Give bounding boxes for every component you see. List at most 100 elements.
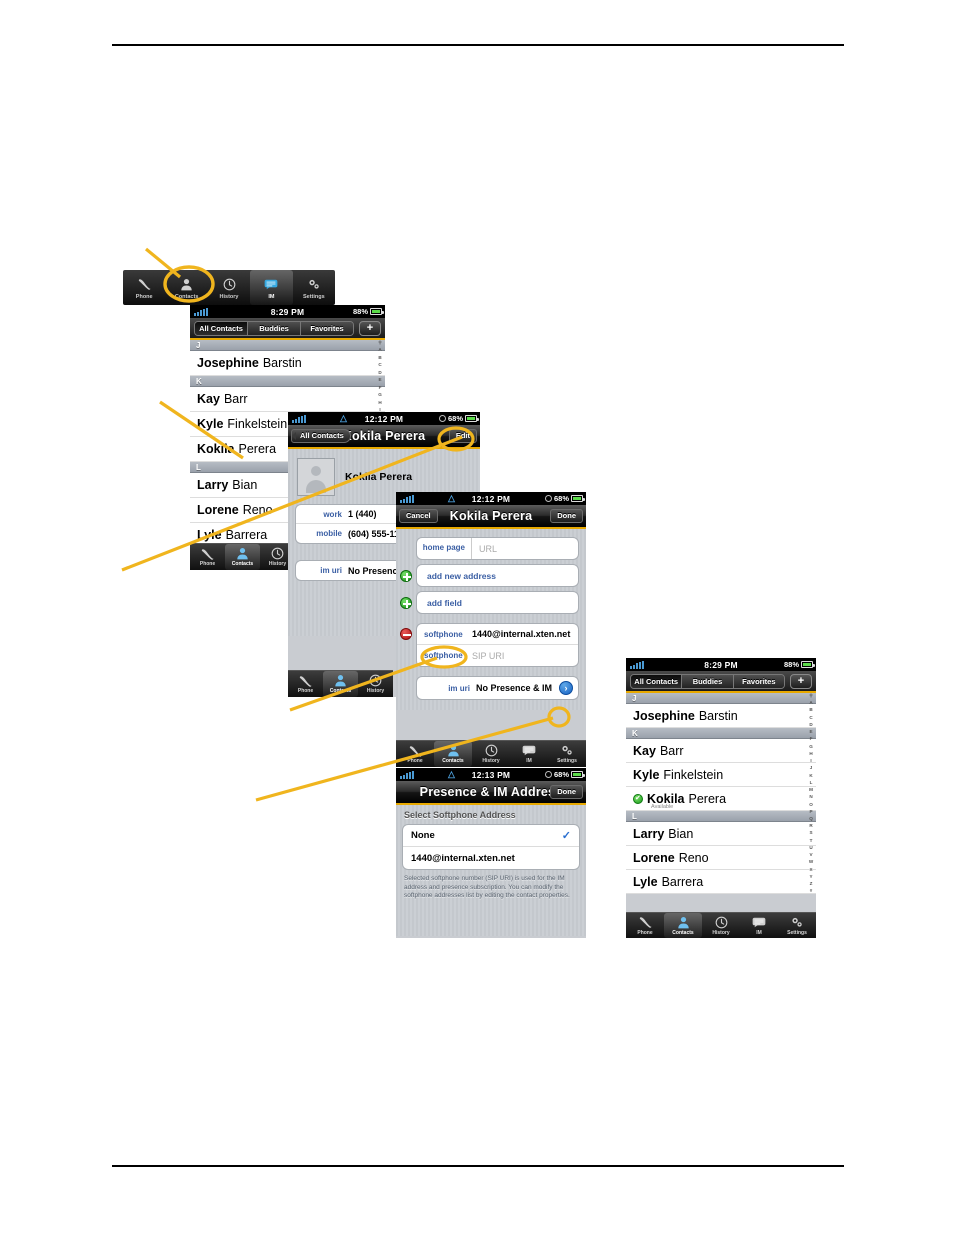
desktop-tab-im[interactable]: IM [250, 270, 293, 305]
tab-settings[interactable]: Settings [778, 913, 816, 938]
alphabet-index-bar[interactable]: ⚲ ABCDEFGHIJKLMNOPQRSTUVWXYZ # [806, 693, 816, 894]
contact-row[interactable]: Josephine Barstin [190, 351, 385, 376]
index-w-23[interactable]: W [809, 860, 813, 865]
tab-im[interactable]: IM [740, 913, 778, 938]
index-q-17[interactable]: Q [809, 816, 813, 822]
segment-favorites[interactable]: Favorites [301, 321, 353, 335]
index-s-19[interactable]: S [809, 831, 812, 836]
index-o-15[interactable]: O [809, 802, 813, 808]
index-hash-27[interactable]: # [810, 889, 813, 894]
add-row-button[interactable] [400, 596, 412, 609]
index-e-5[interactable]: E [378, 378, 381, 383]
tab-contacts[interactable]: Contacts [664, 913, 702, 938]
segmented-control[interactable]: All Contacts Buddies Favorites [194, 320, 354, 336]
add-row-button[interactable] [400, 569, 412, 582]
tab-im[interactable]: IM [510, 741, 548, 767]
softphone-row[interactable]: softphone 1440@internal.xten.net [417, 624, 578, 645]
contact-row[interactable]: Lyle Barrera [626, 870, 816, 894]
desktop-tab-settings[interactable]: Settings [293, 270, 335, 305]
contact-list: J Josephine Barstin K Kay Barr Kyle Finkelst… [626, 693, 816, 894]
segmented-control[interactable]: All Contacts Buddies Favorites [630, 673, 785, 689]
index-k-11[interactable]: K [809, 773, 812, 779]
index-d-4[interactable]: D [378, 370, 381, 376]
index-d-4[interactable]: D [809, 722, 812, 728]
index-u-21[interactable]: U [809, 845, 812, 851]
tab-phone[interactable]: Phone [626, 913, 664, 938]
index-q-0[interactable]: ⚲ [378, 340, 381, 346]
tab-history[interactable]: History [702, 913, 740, 938]
segment-buddies[interactable]: Buddies [682, 674, 734, 688]
index-y-25[interactable]: Y [809, 874, 812, 880]
index-e-5[interactable]: E [809, 730, 812, 735]
edit-action-row[interactable]: add new address [417, 565, 578, 586]
desktop-tab-contacts[interactable]: Contacts [165, 270, 207, 305]
tab-contacts[interactable]: Contacts [434, 741, 472, 767]
index-a-1[interactable]: A [809, 701, 812, 706]
contact-row[interactable]: Kay Barr [190, 387, 385, 412]
index-c-3[interactable]: C [809, 715, 812, 721]
segment-all-contacts[interactable]: All Contacts [195, 321, 248, 335]
index-t-20[interactable]: T [810, 838, 813, 844]
index-j-10[interactable]: J [810, 766, 813, 771]
add-contact-button[interactable]: + [359, 320, 381, 336]
option-row[interactable]: 1440@internal.xten.net [403, 847, 579, 869]
segment-favorites[interactable]: Favorites [733, 674, 784, 688]
index-q-0[interactable]: ⚲ [809, 693, 812, 699]
tab-phone[interactable]: Phone [396, 741, 434, 767]
index-z-26[interactable]: Z [810, 881, 813, 887]
tab-phone[interactable]: Phone [288, 671, 323, 697]
battery-percent: 88% [352, 307, 368, 316]
desktop-tab-phone[interactable]: Phone [123, 270, 165, 305]
cancel-button[interactable]: Cancel [399, 509, 438, 523]
index-f-6[interactable]: F [810, 737, 813, 742]
index-x-24[interactable]: X [809, 867, 812, 873]
im-uri-row[interactable]: im uri No Presence & IM › [417, 677, 578, 699]
edit-action-row[interactable]: add field [417, 592, 578, 613]
desktop-tab-history[interactable]: History [208, 270, 250, 305]
index-n-14[interactable]: N [809, 795, 812, 800]
index-v-22[interactable]: V [809, 853, 812, 858]
index-b-2[interactable]: B [378, 355, 381, 361]
edit-field-row[interactable]: home page URL [417, 538, 578, 559]
contact-row[interactable]: Kokila PereraAvailable [626, 787, 816, 811]
tab-contacts[interactable]: Contacts [225, 544, 260, 570]
done-button[interactable]: Done [550, 785, 583, 799]
index-g-7[interactable]: G [809, 744, 813, 750]
index-r-18[interactable]: R [809, 824, 812, 829]
contact-row[interactable]: Larry Bian [626, 822, 816, 846]
phone-presence-im-address: △ 12:13 PM 68% Presence & IM Address Don… [396, 768, 586, 938]
delete-row-button[interactable] [400, 628, 412, 640]
index-i-9[interactable]: I [810, 758, 811, 764]
segment-buddies[interactable]: Buddies [248, 321, 301, 335]
index-b-2[interactable]: B [809, 708, 812, 713]
index-p-16[interactable]: P [809, 809, 812, 815]
softphone-row[interactable]: softphone SIP URI [417, 645, 578, 666]
done-button[interactable]: Done [550, 509, 583, 523]
index-l-12[interactable]: L [810, 780, 813, 786]
segment-all-contacts[interactable]: All Contacts [631, 674, 683, 688]
index-h-8[interactable]: H [809, 751, 812, 757]
contact-row[interactable]: Josephine Barstin [626, 704, 816, 728]
im-uri-disclosure-arrow-icon[interactable]: › [559, 681, 573, 695]
contact-photo[interactable] [297, 458, 335, 496]
index-m-13[interactable]: M [809, 787, 813, 793]
back-button[interactable]: All Contacts [291, 429, 351, 443]
edit-button[interactable]: Edit [448, 429, 477, 443]
contact-row[interactable]: Lorene Reno [626, 846, 816, 870]
add-contact-button[interactable]: + [790, 673, 812, 689]
contact-row[interactable]: Kay Barr [626, 739, 816, 763]
nav-bar: All Contacts Kokila Perera Edit [288, 425, 480, 449]
index-c-3[interactable]: C [378, 363, 381, 368]
index-g-7[interactable]: G [378, 393, 382, 398]
index-f-6[interactable]: F [379, 385, 382, 391]
index-a-1[interactable]: A [378, 348, 381, 353]
clock-icon [219, 275, 239, 293]
tab-settings[interactable]: Settings [548, 741, 586, 767]
tab-contacts[interactable]: Contacts [323, 671, 358, 697]
tab-phone[interactable]: Phone [190, 544, 225, 570]
tab-history[interactable]: History [358, 671, 393, 697]
index-h-8[interactable]: H [378, 400, 381, 406]
tab-history[interactable]: History [472, 741, 510, 767]
contact-row[interactable]: Kyle Finkelstein [626, 763, 816, 787]
option-row[interactable]: None ✓ [403, 825, 579, 847]
